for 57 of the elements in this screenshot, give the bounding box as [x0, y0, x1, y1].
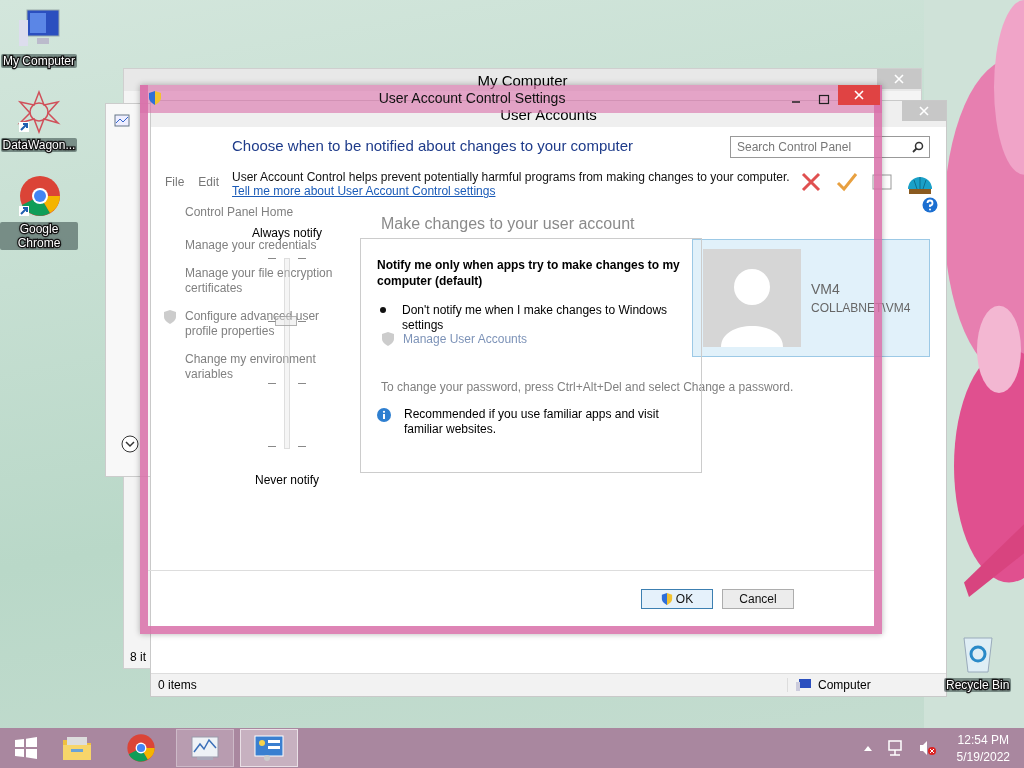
status-text: 8 it	[130, 650, 146, 664]
window-title: My Computer	[477, 71, 568, 89]
window-title: User Accounts	[500, 105, 597, 123]
sidebar-link[interactable]: Change my environment variables	[185, 352, 338, 382]
chart-window-icon	[114, 114, 130, 128]
info-icon	[377, 408, 391, 422]
volume-muted-icon[interactable]	[918, 740, 937, 756]
menu-item[interactable]: Edit	[198, 175, 220, 189]
dialog-title: User Account Control Settings	[378, 90, 566, 106]
desktop-icon-label[interactable]: Google Chrome	[0, 222, 78, 250]
dialog-heading: Choose when to be notified about changes to your computer	[232, 137, 634, 154]
taskbar-button[interactable]	[176, 729, 234, 767]
start-icon[interactable]	[14, 736, 38, 760]
shield-icon	[660, 591, 673, 606]
control-panel-icon	[253, 734, 285, 762]
menu-item[interactable]: File	[165, 175, 185, 189]
chevron-down-icon[interactable]	[121, 435, 139, 453]
manage-link[interactable]: Manage User Accounts	[403, 332, 528, 346]
info-note: Recommended if you use familiar apps and visit familiar websites.	[404, 407, 660, 437]
section-heading: Make changes to your user account	[381, 215, 635, 233]
search-field[interactable]: Search Control Panel	[730, 136, 930, 158]
chart-window-icon	[189, 734, 221, 762]
chrome-icon[interactable]	[17, 174, 61, 218]
password-note: To change your password, press Ctrl+Alt+Del and select Change a password.	[381, 380, 794, 394]
sidebar-link[interactable]: Manage your credentials	[185, 238, 317, 253]
info-title: Notify me only when apps try to make changes to my computer (default)	[377, 257, 681, 289]
bullet-text: Don't notify me when I make changes to Windows settings	[402, 303, 669, 333]
close-button[interactable]	[877, 69, 921, 89]
help-icon[interactable]	[922, 197, 938, 213]
cancel-button[interactable]: Cancel	[722, 588, 794, 609]
computer-icon	[796, 678, 812, 692]
sidebar-link[interactable]: Control Panel Home	[185, 205, 294, 220]
network-icon[interactable]	[886, 740, 905, 756]
chrome-icon	[126, 733, 156, 763]
slider-label: Never notify	[255, 473, 319, 487]
cross-icon[interactable]	[800, 171, 822, 193]
folder-icon	[61, 734, 93, 762]
status-text: 0 items	[157, 678, 198, 692]
status-text: Computer	[818, 678, 871, 692]
caret-up-icon[interactable]	[862, 744, 873, 752]
clock-date[interactable]: 5/19/2022	[956, 749, 1010, 764]
taskbar-button[interactable]	[240, 729, 298, 767]
shield-icon	[381, 331, 395, 347]
shield-icon	[148, 90, 162, 106]
ok-button[interactable]: OK	[641, 588, 713, 609]
sidebar-link[interactable]: Manage your file encryption certificates	[185, 266, 338, 296]
shield-icon	[163, 309, 177, 325]
sidebar-link[interactable]: Configure advanced user profile properties	[185, 309, 338, 339]
account-name: VM4	[811, 281, 841, 297]
search-icon	[912, 141, 924, 153]
clock-time[interactable]: 12:54 PM	[957, 732, 1009, 747]
help-link[interactable]: Tell me more about User Account Control settings	[232, 184, 496, 198]
slider-label: Always notify	[252, 226, 322, 240]
description: User Account Control helps prevent potentially harmful programs from making changes to your computer.	[232, 170, 790, 184]
star-shortcut-icon[interactable]	[17, 90, 61, 134]
check-icon[interactable]	[836, 171, 858, 193]
bullet-icon	[380, 307, 386, 313]
